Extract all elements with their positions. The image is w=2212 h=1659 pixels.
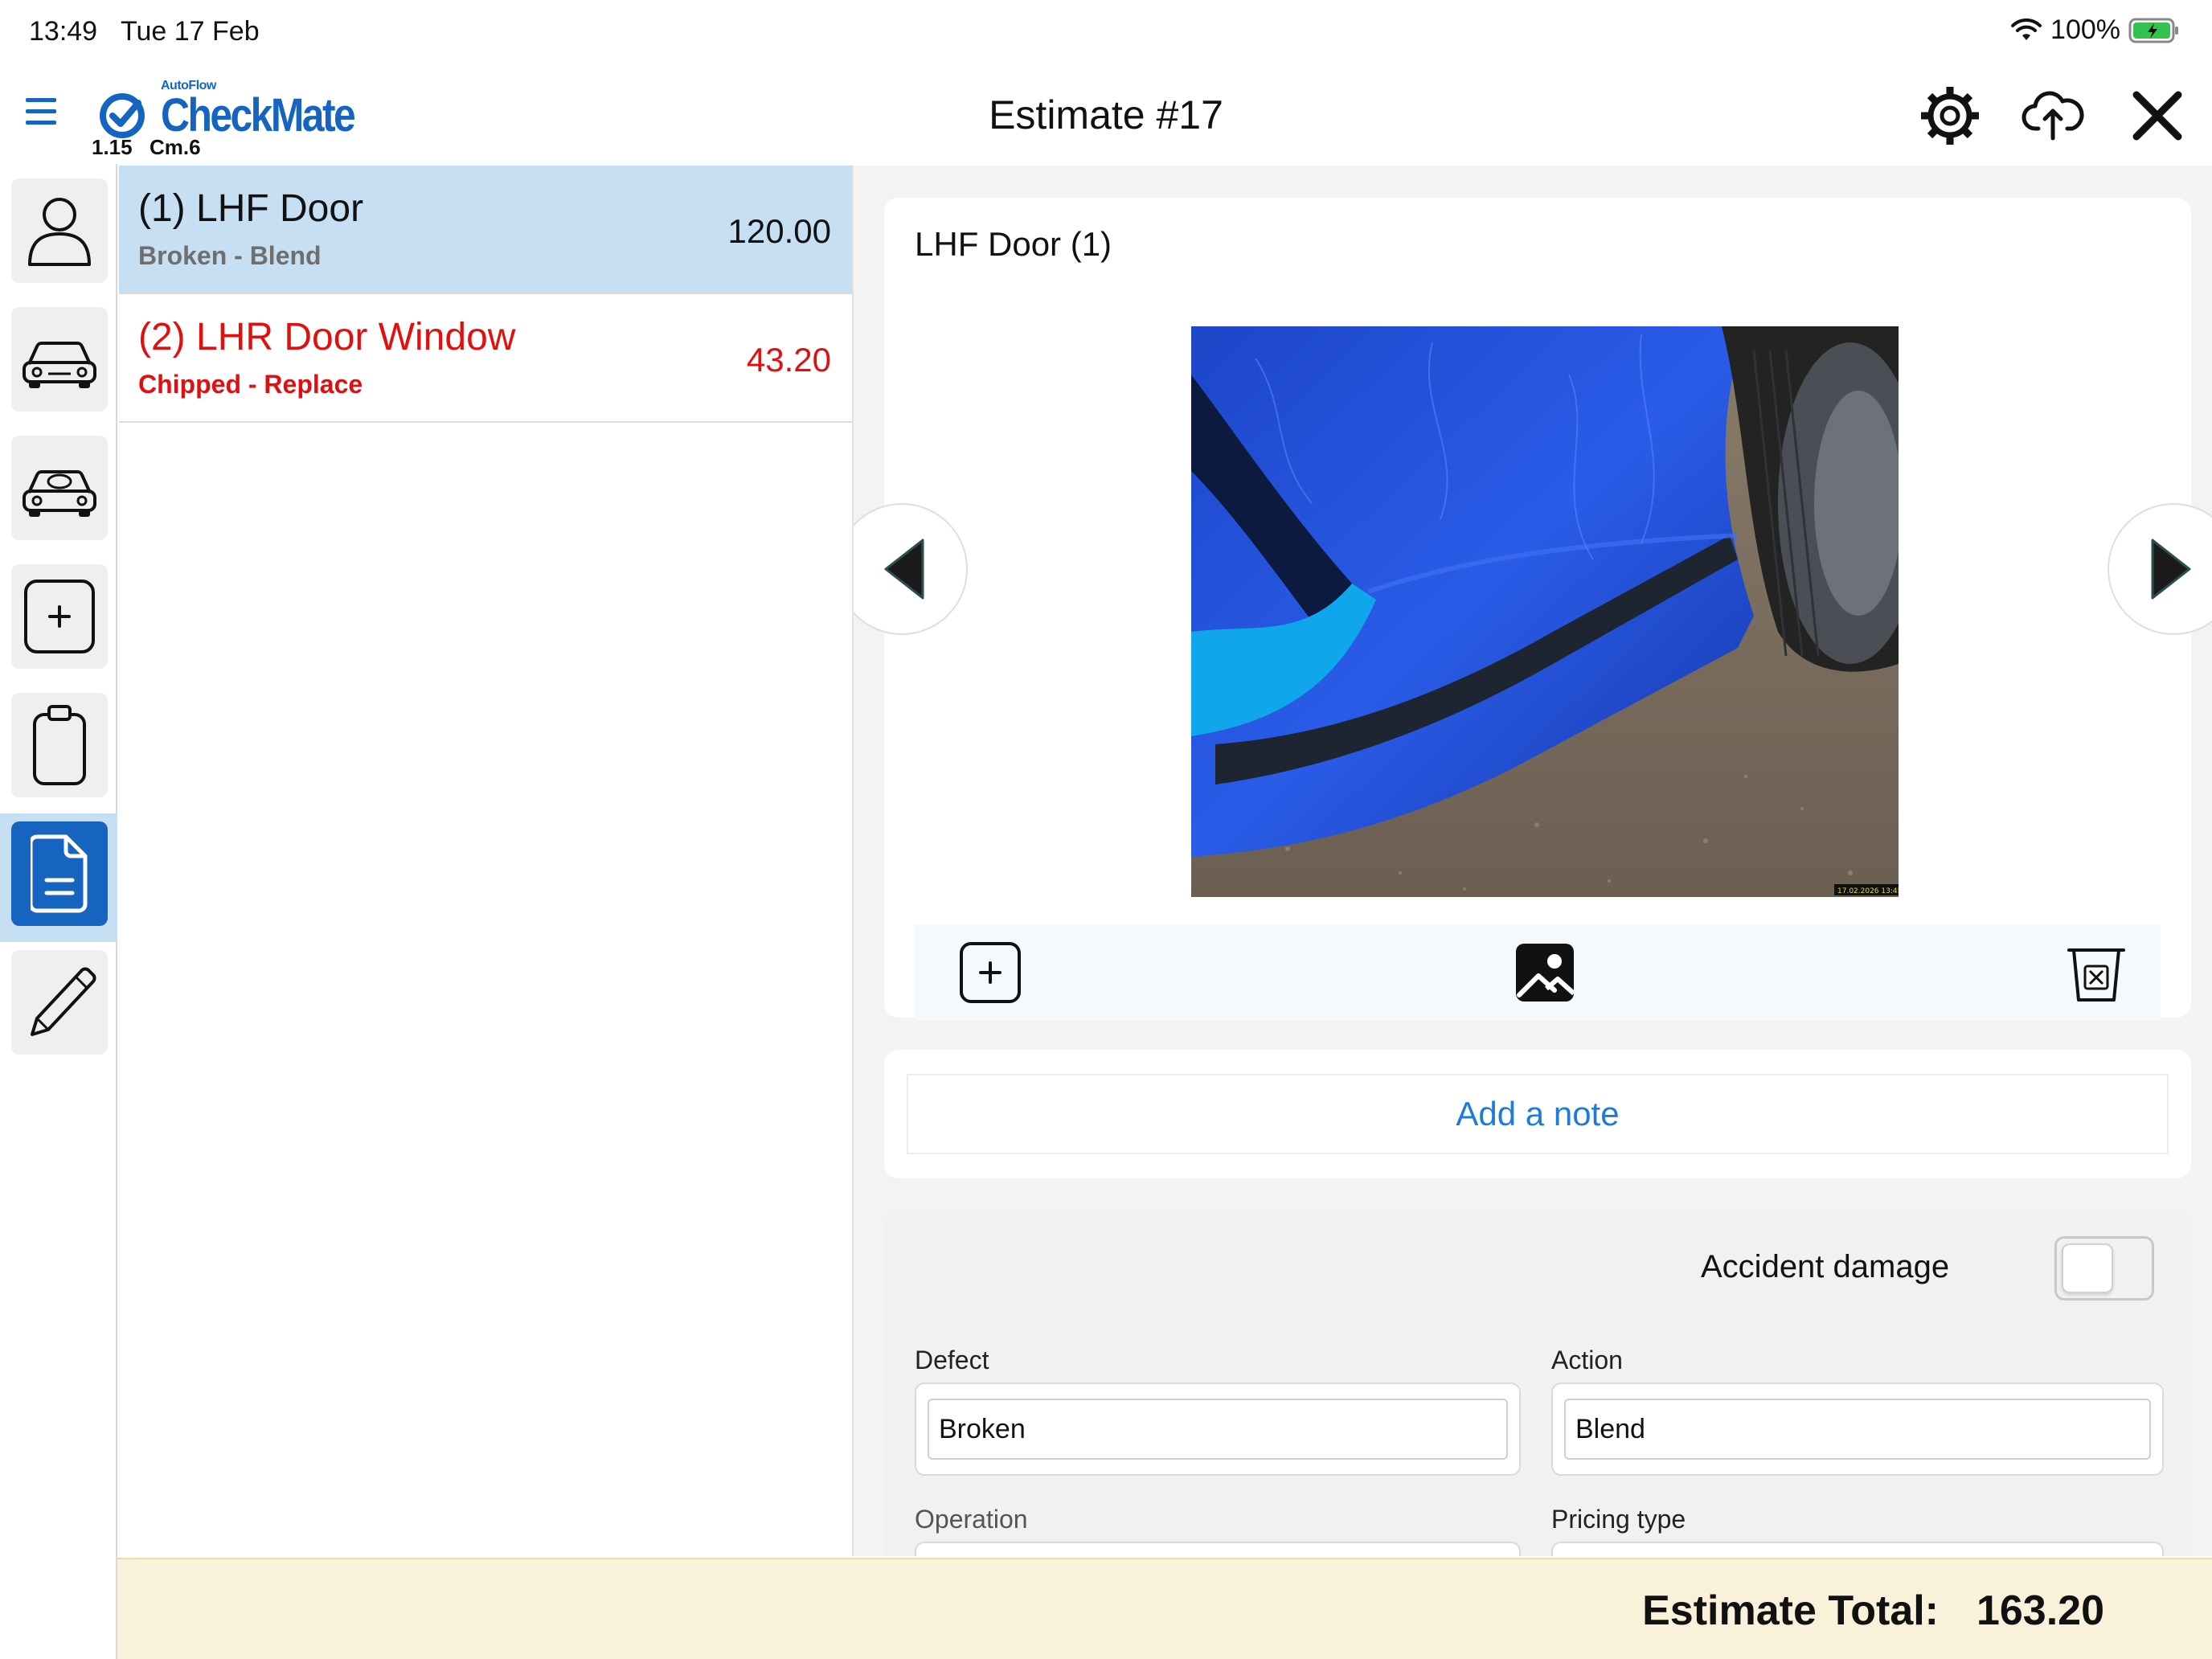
status-right: 100% <box>2010 14 2180 46</box>
add-photo-icon[interactable] <box>956 939 1024 1006</box>
action-label: Action <box>1551 1346 1623 1374</box>
pricing-type-label: Pricing type <box>1551 1505 1686 1534</box>
close-icon[interactable] <box>2125 84 2189 148</box>
app-version: 1.15 <box>92 135 133 159</box>
arrow-left-icon <box>884 539 924 600</box>
nav-estimate[interactable] <box>11 821 108 926</box>
next-photo-button[interactable] <box>2108 503 2212 635</box>
nav-vehicle[interactable] <box>11 307 108 412</box>
item-form-card: Accident damage Defect Action Operation … <box>884 1210 2191 1556</box>
app-build: Cm.6 <box>150 135 201 159</box>
photo-timestamp: 17.02.2026 13:45 <box>1837 887 1899 895</box>
nav-signature[interactable] <box>11 950 108 1055</box>
list-item[interactable]: (1) LHF Door Broken - Blend 120.00 <box>119 166 852 294</box>
pencil-icon <box>31 967 96 1036</box>
document-icon <box>31 834 88 913</box>
item-detail-panel: LHF Door (1) 17.02.2026 13:45 Add a note… <box>854 166 2212 1556</box>
item-subtitle: Broken - Blend <box>138 241 322 270</box>
pricing-type-field-box[interactable] <box>1551 1542 2164 1556</box>
app-header: AutoFlow CheckMate 1.15 Cm.6 Estimate #1… <box>0 68 2212 164</box>
photo-card: LHF Door (1) 17.02.2026 13:45 <box>854 198 2212 1021</box>
cloud-upload-icon[interactable] <box>2021 84 2085 148</box>
add-note-button[interactable]: Add a note <box>907 1074 2169 1154</box>
nav-vehicle-details[interactable] <box>11 436 108 540</box>
person-icon <box>28 198 91 266</box>
nav-checklist[interactable] <box>11 693 108 797</box>
previous-photo-button[interactable] <box>854 503 968 635</box>
accident-damage-label: Accident damage <box>1701 1249 1950 1284</box>
checkmate-logo: AutoFlow CheckMate <box>100 79 373 151</box>
add-icon <box>24 580 95 653</box>
operation-label: Operation <box>915 1505 1028 1534</box>
photo-title: LHF Door (1) <box>915 225 1112 263</box>
list-item[interactable]: (2) LHR Door Window Chipped - Replace 43… <box>119 294 852 423</box>
settings-gear-icon[interactable] <box>1918 84 1982 148</box>
estimate-item-list: (1) LHF Door Broken - Blend 120.00 (2) L… <box>119 166 852 1556</box>
arrow-right-icon <box>2151 539 2191 600</box>
estimate-total-label: Estimate Total: <box>1642 1587 1939 1634</box>
action-field[interactable] <box>1564 1399 2151 1460</box>
damage-photo[interactable]: 17.02.2026 13:45 <box>1191 326 1899 897</box>
hamburger-menu-icon[interactable] <box>23 92 64 133</box>
status-bar: 13:49 Tue 17 Feb 100% <box>0 0 2212 68</box>
car-damage-photo: 17.02.2026 13:45 <box>1191 326 1899 897</box>
item-subtitle: Chipped - Replace <box>138 370 363 399</box>
wifi-icon <box>2011 18 2042 40</box>
battery-icon <box>2128 18 2178 43</box>
defect-field-box <box>915 1382 1521 1476</box>
action-field-box <box>1551 1382 2164 1476</box>
car-icon <box>23 342 96 388</box>
status-time: 13:49 <box>29 16 98 47</box>
nav-customer[interactable] <box>11 178 108 283</box>
logo-check-icon <box>100 93 145 138</box>
battery-percent: 100% <box>2050 14 2120 45</box>
item-title: (1) LHF Door <box>138 187 364 230</box>
nav-add-item[interactable] <box>11 564 108 669</box>
item-price: 120.00 <box>727 212 831 250</box>
logo-main-text: CheckMate <box>161 89 356 141</box>
delete-icon[interactable] <box>2062 939 2130 1006</box>
estimate-total-bar: Estimate Total: 163.20 <box>117 1558 2212 1659</box>
clipboard-icon <box>33 705 86 785</box>
note-card: Add a note <box>884 1050 2191 1178</box>
defect-label: Defect <box>915 1346 989 1374</box>
defect-field[interactable] <box>928 1399 1508 1460</box>
estimate-total-value: 163.20 <box>1976 1587 2104 1634</box>
status-date: Tue 17 Feb <box>121 16 260 47</box>
item-title: (2) LHR Door Window <box>138 316 516 358</box>
photo-toolbar <box>915 924 2161 1021</box>
operation-field-box[interactable] <box>915 1542 1521 1556</box>
side-nav <box>0 164 117 1659</box>
accident-damage-toggle[interactable] <box>2054 1236 2154 1301</box>
gallery-icon[interactable] <box>1511 939 1579 1006</box>
toggle-knob <box>2062 1243 2113 1293</box>
car-alt-icon <box>23 470 96 517</box>
item-price: 43.20 <box>746 341 831 379</box>
